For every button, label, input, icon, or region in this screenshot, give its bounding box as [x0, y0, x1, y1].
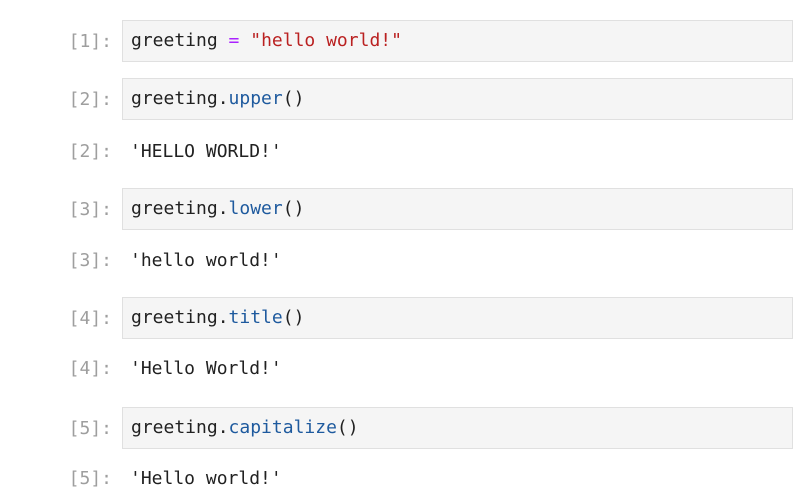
code-variable: greeting: [131, 198, 218, 219]
code-dot: .: [217, 417, 229, 438]
input-prompt: [1]:: [68, 31, 112, 52]
code-variable: greeting: [131, 417, 218, 438]
code-line: greeting.title(): [131, 307, 304, 329]
code-method: upper: [228, 88, 283, 109]
input-prompt: [2]:: [68, 89, 112, 110]
code-method: lower: [228, 198, 283, 219]
output-prompt: [4]:: [68, 358, 112, 379]
code-input-cell[interactable]: greeting.upper(): [122, 78, 793, 120]
output-prompt: [3]:: [68, 250, 112, 271]
code-input-cell[interactable]: greeting = "hello world!": [122, 20, 793, 62]
code-input-cell[interactable]: greeting.lower(): [122, 188, 793, 230]
output-prompt: [2]:: [68, 141, 112, 162]
output-prompt: [5]:: [68, 468, 112, 489]
cell-output: 'hello world!': [130, 250, 282, 271]
code-parens: (): [282, 88, 305, 109]
code-dot: .: [217, 88, 229, 109]
code-variable: greeting: [131, 30, 218, 51]
code-line: greeting.capitalize(): [131, 417, 359, 439]
code-method: title: [228, 307, 283, 328]
code-input-cell[interactable]: greeting.title(): [122, 297, 793, 339]
code-parens: (): [282, 307, 305, 328]
code-method: capitalize: [228, 417, 337, 438]
code-line: greeting = "hello world!": [131, 30, 402, 52]
code-variable: greeting: [131, 88, 218, 109]
code-operator: =: [228, 30, 240, 51]
code-parens: (): [336, 417, 359, 438]
code-dot: .: [217, 307, 229, 328]
cell-output: 'Hello World!': [130, 358, 282, 379]
code-input-cell[interactable]: greeting.capitalize(): [122, 407, 793, 449]
cell-output: 'Hello world!': [130, 468, 282, 489]
input-prompt: [4]:: [68, 308, 112, 329]
code-line: greeting.upper(): [131, 88, 304, 110]
code-parens: (): [282, 198, 305, 219]
cell-output: 'HELLO WORLD!': [130, 141, 282, 162]
code-line: greeting.lower(): [131, 198, 304, 220]
code-dot: .: [217, 198, 229, 219]
input-prompt: [3]:: [68, 199, 112, 220]
input-prompt: [5]:: [68, 418, 112, 439]
code-variable: greeting: [131, 307, 218, 328]
code-string: "hello world!": [250, 30, 402, 51]
